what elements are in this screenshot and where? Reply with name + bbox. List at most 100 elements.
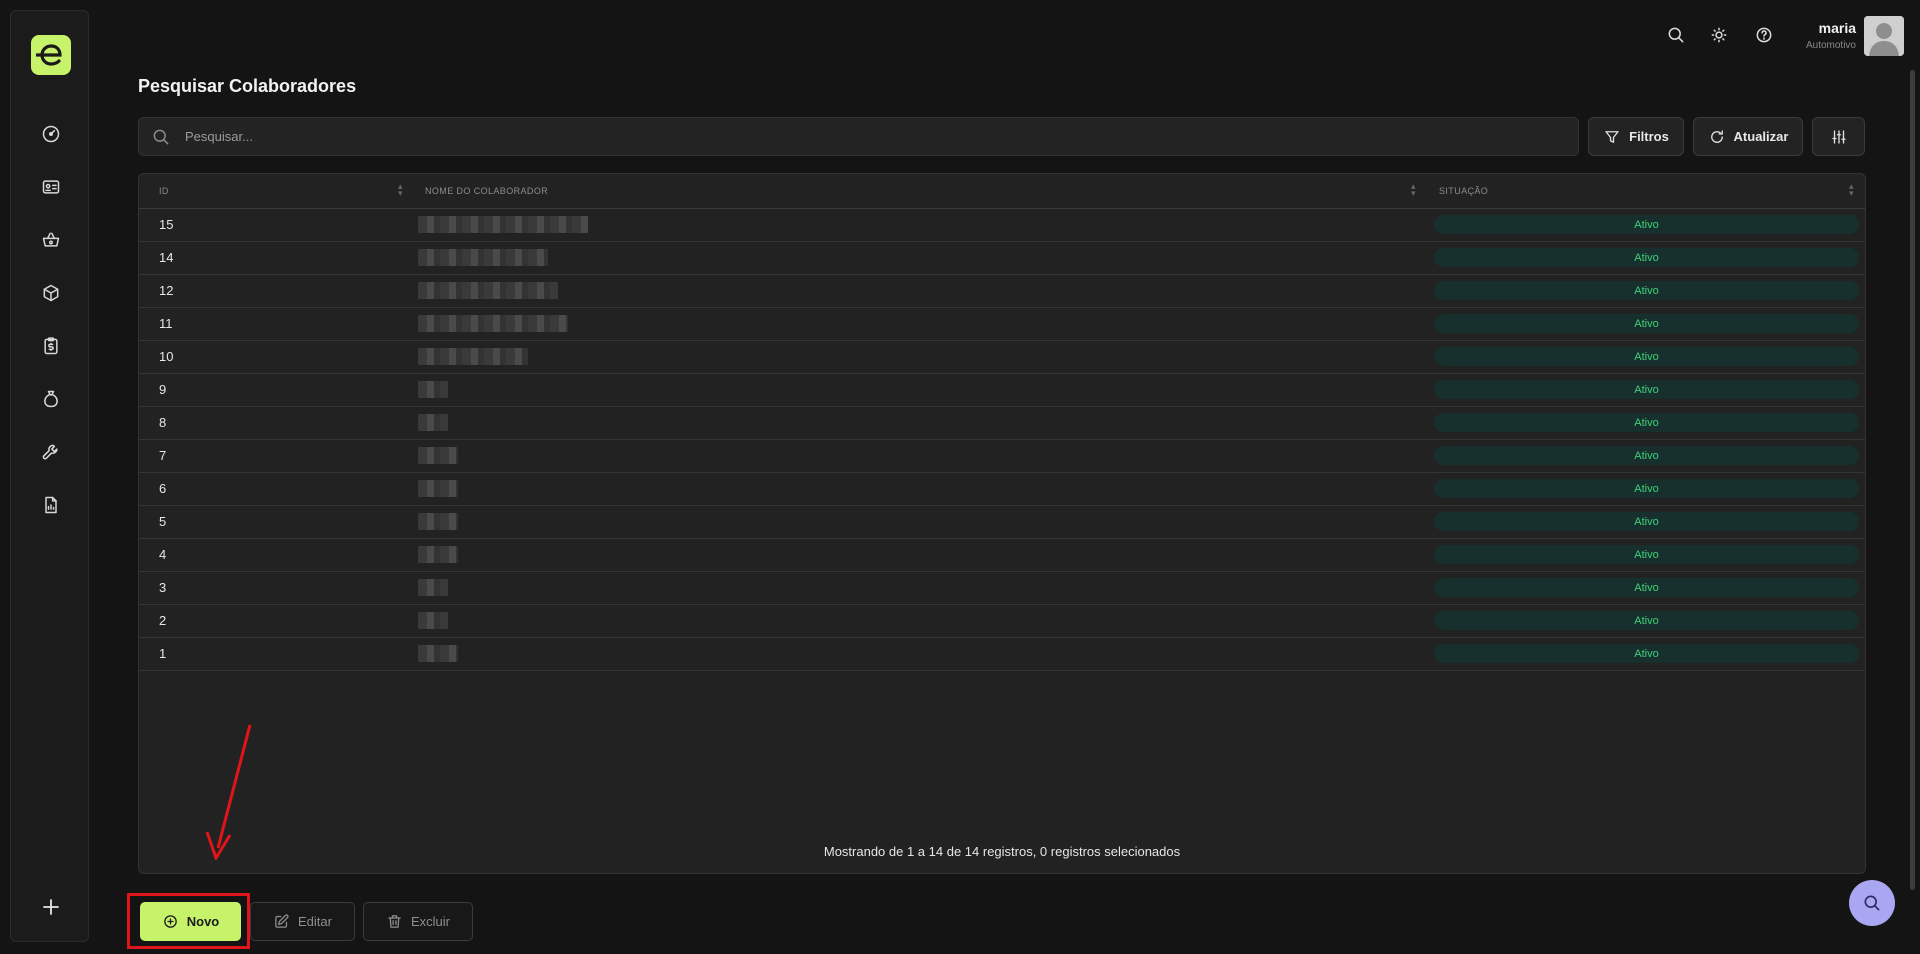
redacted-name-block xyxy=(418,414,448,431)
sort-icon[interactable]: ▴ ▾ xyxy=(1411,182,1416,198)
table-row[interactable]: 10 Ativo xyxy=(139,340,1865,374)
floating-search-button[interactable] xyxy=(1849,880,1895,926)
redacted-name-block xyxy=(418,579,448,596)
sidebar-item-money[interactable] xyxy=(31,379,71,419)
trash-icon xyxy=(388,915,401,928)
avatar[interactable] xyxy=(1864,16,1904,56)
user-name[interactable]: maria xyxy=(1819,20,1856,36)
redacted-name-block xyxy=(418,381,448,398)
global-search-button[interactable] xyxy=(1663,22,1689,48)
table-row[interactable]: 11 Ativo xyxy=(139,307,1865,341)
filters-label: Filtros xyxy=(1629,129,1669,144)
table-row[interactable]: 2 Ativo xyxy=(139,604,1865,638)
column-header-id[interactable]: ID xyxy=(159,186,169,196)
refresh-icon xyxy=(1710,129,1723,143)
sidebar-item-dashboard[interactable] xyxy=(31,114,71,154)
status-badge: Ativo xyxy=(1434,380,1859,399)
table-row[interactable]: 3 Ativo xyxy=(139,571,1865,605)
status-badge: Ativo xyxy=(1434,215,1859,234)
help-icon xyxy=(1756,27,1772,43)
column-settings-button[interactable] xyxy=(1812,117,1865,156)
status-badge: Ativo xyxy=(1434,611,1859,630)
table-row[interactable]: 9 Ativo xyxy=(139,373,1865,407)
status-badge: Ativo xyxy=(1434,512,1859,531)
table-row[interactable]: 5 Ativo xyxy=(139,505,1865,539)
refresh-button[interactable]: Atualizar xyxy=(1693,117,1803,156)
table-row[interactable]: 6 Ativo xyxy=(139,472,1865,506)
help-button[interactable] xyxy=(1751,22,1777,48)
app-logo[interactable] xyxy=(31,35,71,75)
status-badge: Ativo xyxy=(1434,347,1859,366)
status-badge: Ativo xyxy=(1434,281,1859,300)
cell-id: 5 xyxy=(159,514,167,529)
redacted-name-block xyxy=(418,249,548,266)
sun-icon xyxy=(1711,27,1727,43)
theme-toggle-button[interactable] xyxy=(1706,22,1732,48)
sidebar-item-services[interactable] xyxy=(31,432,71,472)
plus-circle-icon xyxy=(163,915,177,928)
money-bag-icon xyxy=(44,390,58,408)
cell-id: 12 xyxy=(159,283,174,298)
user-company: Automotivo xyxy=(1805,40,1856,51)
edit-button-label: Editar xyxy=(298,914,332,929)
table-row[interactable]: 7 Ativo xyxy=(139,439,1865,473)
search-input[interactable] xyxy=(183,128,1487,145)
clipboard-dollar-icon xyxy=(44,337,58,355)
search-icon xyxy=(153,129,169,144)
cell-id: 15 xyxy=(159,217,174,232)
table-row[interactable]: 1 Ativo xyxy=(139,637,1865,671)
cell-id: 2 xyxy=(159,613,167,628)
table-row[interactable]: 15 Ativo xyxy=(139,208,1865,242)
table-row[interactable]: 4 Ativo xyxy=(139,538,1865,572)
cell-id: 11 xyxy=(159,316,173,331)
column-header-name[interactable]: NOME DO COLABORADOR xyxy=(425,186,548,196)
sidebar-item-sales[interactable] xyxy=(31,220,71,260)
column-header-status[interactable]: SITUAÇÃO xyxy=(1439,186,1488,196)
filters-button[interactable]: Filtros xyxy=(1588,117,1684,156)
employees-table: ID ▴ ▾ NOME DO COLABORADOR ▴ ▾ SITUAÇÃO ▴ ▾… xyxy=(138,173,1866,874)
redacted-name-block xyxy=(418,447,458,464)
cell-id: 9 xyxy=(159,382,167,397)
add-menu-button[interactable] xyxy=(31,887,71,927)
sort-icon[interactable]: ▴ ▾ xyxy=(1849,182,1854,198)
search-bar xyxy=(138,117,1579,156)
redacted-name-block xyxy=(418,348,528,365)
id-card-icon xyxy=(42,180,60,194)
status-badge: Ativo xyxy=(1434,413,1859,432)
status-badge: Ativo xyxy=(1434,314,1859,333)
status-badge: Ativo xyxy=(1434,644,1859,663)
table-row[interactable]: 12 Ativo xyxy=(139,274,1865,308)
sidebar-item-reports[interactable] xyxy=(31,485,71,525)
sort-desc-icon[interactable]: ▴ ▾ xyxy=(398,182,403,198)
sliders-icon xyxy=(1831,129,1846,144)
page-title: Pesquisar Colaboradores xyxy=(138,76,357,96)
cell-id: 3 xyxy=(159,580,167,595)
table-row[interactable]: 8 Ativo xyxy=(139,406,1865,440)
logo-icon xyxy=(36,44,62,66)
status-badge: Ativo xyxy=(1434,578,1859,597)
sidebar-item-finance[interactable] xyxy=(31,326,71,366)
table-footer-info: Mostrando de 1 a 14 de 14 registros, 0 r… xyxy=(823,844,1181,859)
delete-button[interactable]: Excluir xyxy=(363,902,473,941)
cell-id: 7 xyxy=(159,448,167,463)
new-button[interactable]: Novo xyxy=(140,902,241,941)
table-row[interactable]: 14 Ativo xyxy=(139,241,1865,275)
search-icon xyxy=(1864,895,1880,911)
sidebar xyxy=(10,10,89,942)
refresh-label: Atualizar xyxy=(1733,129,1789,144)
annotation-arrow xyxy=(205,724,252,860)
cell-id: 10 xyxy=(159,349,174,364)
user-avatar-icon xyxy=(1864,16,1904,56)
plus-icon xyxy=(43,899,59,915)
sidebar-item-products[interactable] xyxy=(31,273,71,313)
basket-icon xyxy=(42,232,60,247)
status-badge: Ativo xyxy=(1434,545,1859,564)
redacted-name-block xyxy=(418,546,458,563)
delete-button-label: Excluir xyxy=(410,914,450,929)
sidebar-item-contacts[interactable] xyxy=(31,167,71,207)
new-button-label: Novo xyxy=(186,914,220,929)
edit-icon xyxy=(275,914,289,928)
edit-button[interactable]: Editar xyxy=(250,902,355,941)
page-scrollbar[interactable] xyxy=(1910,70,1915,890)
table-header: ID ▴ ▾ NOME DO COLABORADOR ▴ ▾ SITUAÇÃO ▴ ▾ xyxy=(139,174,1865,209)
